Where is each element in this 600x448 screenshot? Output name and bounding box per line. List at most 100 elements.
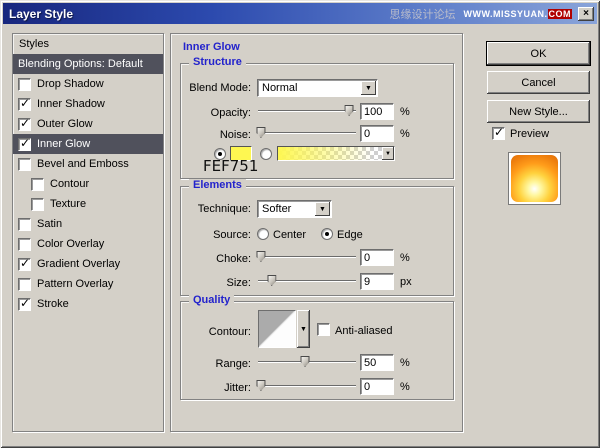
- opacity-label: Opacity:: [181, 107, 251, 119]
- slider-track: [258, 256, 356, 258]
- sidebar-item-satin[interactable]: Satin: [13, 214, 163, 234]
- structure-legend: Structure: [189, 56, 246, 68]
- source-label: Source:: [181, 229, 251, 241]
- sidebar-item-drop-shadow[interactable]: Drop Shadow: [13, 74, 163, 94]
- size-input[interactable]: [360, 273, 394, 290]
- pattern-overlay-checkbox[interactable]: [18, 278, 31, 291]
- contour-picker[interactable]: [258, 310, 296, 348]
- choke-input[interactable]: [360, 249, 394, 266]
- noise-slider-thumb[interactable]: [256, 127, 265, 138]
- sidebar-item-blending-options[interactable]: Blending Options: Default: [13, 54, 163, 74]
- style-item-label: Texture: [50, 198, 86, 210]
- gradient-radio[interactable]: [260, 148, 272, 160]
- style-item-label: Inner Shadow: [37, 98, 105, 110]
- opacity-input[interactable]: [360, 103, 394, 120]
- range-slider[interactable]: [258, 356, 356, 368]
- blend-mode-select[interactable]: Normal ▼: [257, 79, 378, 97]
- gradient-picker[interactable]: ▼: [277, 146, 395, 161]
- sidebar-item-bevel-and-emboss[interactable]: Bevel and Emboss: [13, 154, 163, 174]
- technique-select[interactable]: Softer ▼: [257, 200, 332, 218]
- noise-input[interactable]: [360, 125, 394, 142]
- ok-button[interactable]: OK: [487, 42, 590, 65]
- opacity-unit: %: [400, 106, 410, 118]
- preview-checkbox[interactable]: [492, 127, 505, 140]
- blend-mode-label: Blend Mode:: [181, 82, 251, 94]
- range-unit: %: [400, 357, 410, 369]
- chevron-down-icon[interactable]: ▼: [382, 147, 394, 160]
- sidebar-item-inner-glow[interactable]: Inner Glow: [13, 134, 163, 154]
- sidebar-item-pattern-overlay[interactable]: Pattern Overlay: [13, 274, 163, 294]
- sidebar-item-texture[interactable]: Texture: [13, 194, 163, 214]
- slider-track: [258, 385, 356, 387]
- size-slider[interactable]: [258, 275, 356, 287]
- structure-group: Structure Blend Mode: Normal ▼ Opacity: …: [180, 63, 454, 179]
- sidebar-item-stroke[interactable]: Stroke: [13, 294, 163, 314]
- outer-glow-checkbox[interactable]: [18, 118, 31, 131]
- quality-group: Quality Contour: ▼ Anti-aliased Range: %…: [180, 301, 454, 400]
- style-item-label: Gradient Overlay: [37, 258, 120, 270]
- jitter-label: Jitter:: [181, 382, 251, 394]
- noise-unit: %: [400, 128, 410, 140]
- style-item-label: Drop Shadow: [37, 78, 104, 90]
- cancel-button[interactable]: Cancel: [487, 71, 590, 94]
- jitter-input[interactable]: [360, 378, 394, 395]
- jitter-slider[interactable]: [258, 380, 356, 392]
- style-item-label: Inner Glow: [37, 138, 90, 150]
- choke-slider[interactable]: [258, 251, 356, 263]
- anti-aliased-checkbox[interactable]: [317, 323, 330, 336]
- watermark-url-highlight: COM: [548, 9, 573, 19]
- texture-checkbox[interactable]: [31, 198, 44, 211]
- chevron-down-icon[interactable]: ▼: [297, 310, 310, 348]
- stroke-checkbox[interactable]: [18, 298, 31, 311]
- inner-shadow-checkbox[interactable]: [18, 98, 31, 111]
- chevron-down-icon[interactable]: ▼: [361, 81, 376, 95]
- slider-track: [258, 132, 356, 134]
- source-center-radio[interactable]: [257, 228, 269, 240]
- preview-label: Preview: [510, 128, 549, 140]
- new-style-button[interactable]: New Style...: [487, 100, 590, 123]
- opacity-slider[interactable]: [258, 105, 356, 117]
- noise-slider[interactable]: [258, 127, 356, 139]
- satin-checkbox[interactable]: [18, 218, 31, 231]
- bevel-emboss-checkbox[interactable]: [18, 158, 31, 171]
- style-item-label: Pattern Overlay: [37, 278, 113, 290]
- glow-preview-art: [511, 155, 558, 202]
- sidebar-item-gradient-overlay[interactable]: Gradient Overlay: [13, 254, 163, 274]
- choke-label: Choke:: [181, 253, 251, 265]
- drop-shadow-checkbox[interactable]: [18, 78, 31, 91]
- anti-aliased-label: Anti-aliased: [335, 325, 392, 337]
- contour-checkbox[interactable]: [31, 178, 44, 191]
- gradient-overlay-checkbox[interactable]: [18, 258, 31, 271]
- close-icon[interactable]: ×: [578, 7, 594, 21]
- range-slider-thumb[interactable]: [301, 356, 310, 367]
- style-item-label: Stroke: [37, 298, 69, 310]
- watermark-url: WWW.MISSYUAN.COM: [464, 9, 573, 19]
- chevron-down-icon[interactable]: ▼: [315, 202, 330, 216]
- source-edge-radio[interactable]: [321, 228, 333, 240]
- style-item-label: Satin: [37, 218, 62, 230]
- sidebar-item-inner-shadow[interactable]: Inner Shadow: [13, 94, 163, 114]
- hex-annotation: FEF751: [203, 157, 258, 175]
- elements-group: Elements Technique: Softer ▼ Source: Cen…: [180, 186, 454, 296]
- size-unit: px: [400, 276, 412, 288]
- range-input[interactable]: [360, 354, 394, 371]
- sidebar-item-color-overlay[interactable]: Color Overlay: [13, 234, 163, 254]
- elements-legend: Elements: [189, 179, 246, 191]
- size-slider-thumb[interactable]: [267, 275, 276, 286]
- noise-label: Noise:: [181, 129, 251, 141]
- opacity-slider-thumb[interactable]: [345, 105, 354, 116]
- sidebar-item-contour[interactable]: Contour: [13, 174, 163, 194]
- styles-header: Styles: [13, 34, 163, 54]
- jitter-slider-thumb[interactable]: [256, 380, 265, 391]
- layer-preview-thumbnail: [508, 152, 561, 205]
- quality-legend: Quality: [189, 294, 234, 306]
- style-item-label: Blending Options: Default: [18, 58, 143, 70]
- style-item-label: Outer Glow: [37, 118, 93, 130]
- slider-track: [258, 110, 356, 112]
- size-label: Size:: [181, 277, 251, 289]
- choke-slider-thumb[interactable]: [256, 251, 265, 262]
- inner-glow-checkbox[interactable]: [18, 138, 31, 151]
- sidebar-item-outer-glow[interactable]: Outer Glow: [13, 114, 163, 134]
- style-item-label: Color Overlay: [37, 238, 104, 250]
- color-overlay-checkbox[interactable]: [18, 238, 31, 251]
